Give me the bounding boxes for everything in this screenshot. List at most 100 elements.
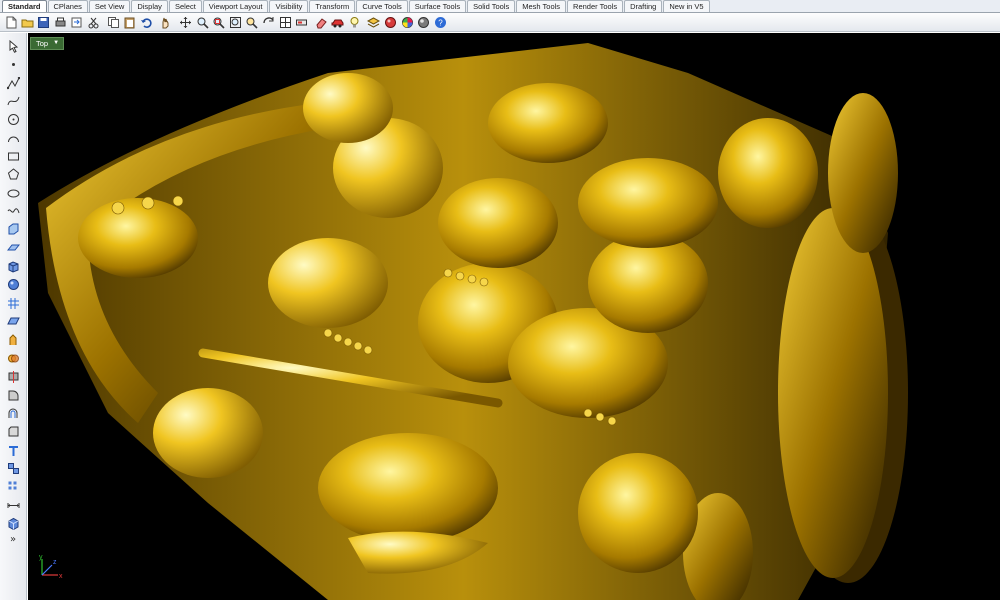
surface-tool-button[interactable] — [5, 240, 22, 257]
plane-tool-button[interactable] — [5, 313, 22, 330]
circle-tool-button[interactable] — [5, 111, 22, 128]
rectangle-icon — [7, 150, 20, 163]
group-tool-button[interactable] — [5, 460, 22, 477]
copy-button[interactable] — [106, 15, 121, 30]
eraser-button[interactable] — [314, 15, 329, 30]
render-sphere-button[interactable] — [383, 15, 398, 30]
surface-corner-tool-button[interactable] — [5, 221, 22, 238]
tab-select[interactable]: Select — [168, 0, 202, 12]
rotate-view-button[interactable] — [261, 15, 276, 30]
boolean-icon — [7, 352, 20, 365]
tab-viewport-layout[interactable]: Viewport Layout — [202, 0, 269, 12]
curve-tool-button[interactable] — [5, 93, 22, 110]
help-button[interactable]: ? — [433, 15, 448, 30]
sphere-icon — [7, 278, 20, 291]
axis-z-label: z — [53, 559, 57, 566]
material-sphere-button[interactable] — [416, 15, 431, 30]
viewport-title-label: Top — [36, 39, 49, 48]
zoom-extents-button[interactable] — [228, 15, 243, 30]
solid-tool-button[interactable] — [5, 515, 22, 532]
toolbar-tabs: Standard CPlanes Set View Display Select View… — [0, 0, 1000, 13]
import-button[interactable] — [69, 15, 84, 30]
ellipse-tool-button[interactable] — [5, 185, 22, 202]
chamfer-tool-button[interactable] — [5, 423, 22, 440]
zoom-window-button[interactable] — [211, 15, 226, 30]
save-icon — [37, 16, 50, 29]
zoom-selected-button[interactable] — [244, 15, 259, 30]
polygon-tool-button[interactable] — [5, 166, 22, 183]
sphere-tool-button[interactable] — [5, 276, 22, 293]
tab-standard[interactable]: Standard — [2, 0, 47, 12]
text-tool-button[interactable] — [5, 442, 22, 459]
move-button[interactable] — [178, 15, 193, 30]
tab-cplanes[interactable]: CPlanes — [47, 0, 88, 12]
mesh-tool-button[interactable] — [5, 295, 22, 312]
tab-visibility[interactable]: Visibility — [269, 0, 309, 12]
point-tool-button[interactable] — [5, 56, 22, 73]
arc-tool-button[interactable] — [5, 130, 22, 147]
undo-button[interactable] — [139, 15, 154, 30]
print-icon — [54, 16, 67, 29]
offset-tool-button[interactable] — [5, 405, 22, 422]
layer-button[interactable] — [366, 15, 381, 30]
rotate-view-icon — [262, 16, 275, 29]
undo-icon — [140, 16, 153, 29]
fillet-tool-button[interactable] — [5, 387, 22, 404]
tab-new-in-v5[interactable]: New in V5 — [663, 0, 710, 12]
select-arrow-tool-button[interactable] — [5, 38, 22, 55]
array-icon — [7, 480, 20, 493]
text-icon — [7, 444, 20, 457]
rectangle-tool-button[interactable] — [5, 148, 22, 165]
zoom-button[interactable] — [195, 15, 210, 30]
tab-drafting[interactable]: Drafting — [624, 0, 663, 12]
tab-surface-tools[interactable]: Surface Tools — [408, 0, 467, 12]
free-curve-tool-button[interactable] — [5, 203, 22, 220]
box-tool-button[interactable] — [5, 258, 22, 275]
save-button[interactable] — [36, 15, 51, 30]
gold-relief-model — [38, 43, 908, 600]
tab-mesh-tools[interactable]: Mesh Tools — [516, 0, 567, 12]
dimension-icon — [7, 499, 20, 512]
split-tool-button[interactable] — [5, 368, 22, 385]
render-sphere-icon — [384, 16, 397, 29]
viewport-title-tab[interactable]: Top ▼ — [30, 37, 65, 50]
tab-solid-tools[interactable]: Solid Tools — [467, 0, 516, 12]
properties-icon — [295, 16, 308, 29]
new-file-button[interactable] — [3, 15, 18, 30]
boolean-tool-button[interactable] — [5, 350, 22, 367]
color-wheel-icon — [401, 16, 414, 29]
material-sphere-icon — [417, 16, 430, 29]
tab-display[interactable]: Display — [131, 0, 168, 12]
tab-render-tools[interactable]: Render Tools — [567, 0, 624, 12]
tab-set-view[interactable]: Set View — [88, 0, 131, 12]
layer-icon — [367, 16, 381, 29]
four-viewports-button[interactable] — [278, 15, 293, 30]
polyline-tool-button[interactable] — [5, 75, 22, 92]
cut-button[interactable] — [86, 15, 101, 30]
more-tools-chevron-icon[interactable]: » — [10, 534, 16, 545]
pan-hand-button[interactable] — [158, 15, 173, 30]
new-file-icon — [4, 16, 17, 29]
print-button[interactable] — [53, 15, 68, 30]
chamfer-icon — [7, 425, 20, 438]
lightbulb-button[interactable] — [347, 15, 362, 30]
curve-icon — [7, 95, 20, 108]
open-button[interactable] — [20, 15, 35, 30]
chevron-down-icon[interactable]: ▼ — [53, 38, 59, 49]
tab-transform[interactable]: Transform — [309, 0, 356, 12]
lightbulb-icon — [348, 16, 361, 29]
dimension-tool-button[interactable] — [5, 497, 22, 514]
properties-button[interactable] — [294, 15, 309, 30]
ellipse-icon — [7, 187, 20, 200]
svg-text:?: ? — [438, 18, 443, 27]
group-icon — [7, 462, 20, 475]
tab-curve-tools[interactable]: Curve Tools — [356, 0, 408, 12]
extrude-tool-button[interactable] — [5, 332, 22, 349]
extrude-icon — [7, 333, 20, 347]
car-button[interactable] — [330, 15, 345, 30]
paste-button[interactable] — [122, 15, 137, 30]
axis-y-label: y — [39, 554, 43, 561]
array-tool-button[interactable] — [5, 478, 22, 495]
viewport-top[interactable]: Top ▼ x y z — [28, 33, 1000, 600]
color-wheel-button[interactable] — [400, 15, 415, 30]
